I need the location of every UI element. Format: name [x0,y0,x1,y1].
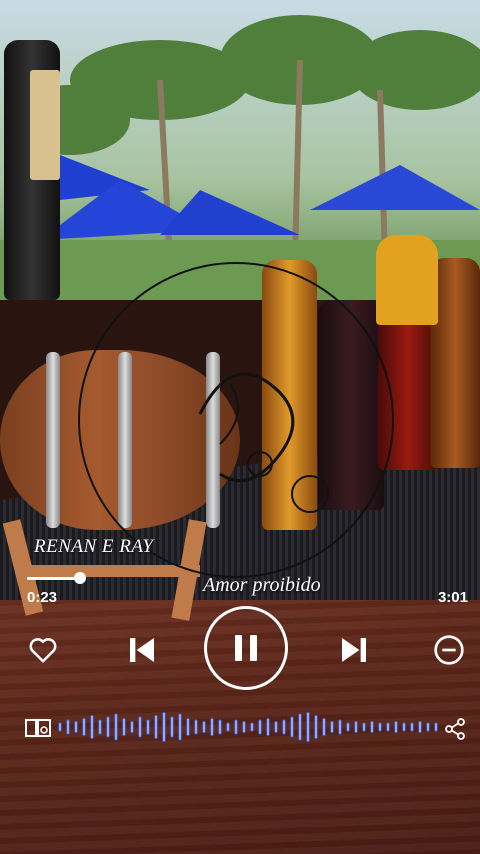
equalizer-bar-highlight [323,719,325,735]
song-title: Amor proibido [203,574,321,596]
equalizer-bar-highlight [195,720,197,734]
equalizer-bar-highlight [355,722,357,732]
equalizer-bar-highlight [243,722,245,732]
equalizer-bar-highlight [395,722,397,732]
music-player-overlay: RENAN E RAY Amor proibido 0:23 3:01 [0,0,480,854]
equalizer-bar-highlight [379,723,381,731]
equalizer-bar-highlight [179,714,181,740]
equalizer-bar-highlight [67,720,69,734]
equalizer-bar-highlight [211,719,213,735]
equalizer-bar-highlight [171,717,173,737]
equalizer-bar-highlight [203,722,205,732]
equalizer-bar-highlight [339,720,341,734]
equalizer-bar-highlight [91,716,93,738]
progress-knob[interactable] [74,572,86,584]
watermark-artwork [198,372,329,513]
skip-next-icon [342,638,366,662]
equalizer-bar-highlight [315,716,317,738]
equalizer-bar-highlight [283,720,285,734]
equalizer-bar-highlight [147,720,149,734]
equalizer-bar-highlight [251,723,253,731]
equalizer-bar-highlight [131,722,133,732]
speaker-device-icon [25,719,51,737]
equalizer-bar-highlight [371,722,373,732]
equalizer-visualizer [58,712,438,742]
watermark-logo [78,262,394,578]
equalizer-bar-highlight [139,717,141,737]
like-button[interactable] [26,634,60,666]
equalizer-bar-highlight [83,719,85,735]
equalizer-bar-highlight [291,717,293,737]
equalizer-bar-highlight [99,720,101,734]
equalizer-bar-highlight [163,713,165,741]
equalizer-bar-highlight [235,720,237,734]
equalizer-bar-highlight [123,719,125,735]
equalizer-bar-highlight [411,723,413,731]
remove-button[interactable] [432,633,466,667]
equalizer-bar-highlight [307,713,309,741]
equalizer-bar-highlight [435,723,437,731]
equalizer-bar-highlight [259,720,261,734]
device-button[interactable] [24,716,52,740]
equalizer-bar-highlight [115,714,117,740]
equalizer-bar-highlight [227,723,229,731]
skip-previous-icon [130,638,154,662]
total-duration: 3:01 [437,589,468,606]
equalizer-bar-highlight [419,722,421,732]
equalizer-bar-highlight [403,723,405,731]
elapsed-time: 0:23 [27,589,58,606]
equalizer-bar-highlight [347,723,349,731]
equalizer-bar-highlight [267,719,269,735]
equalizer-bar-highlight [187,719,189,735]
pause-icon [235,635,257,661]
progress-bar[interactable] [27,577,80,580]
equalizer-bar-highlight [387,723,389,731]
equalizer-bar-highlight [107,717,109,737]
equalizer-bar-highlight [155,716,157,738]
heart-outline-icon [29,638,57,663]
equalizer-bar-highlight [363,723,365,731]
equalizer-bar-highlight [219,720,221,734]
share-button[interactable] [442,716,468,742]
next-button[interactable] [336,632,372,668]
equalizer-bar-highlight [59,723,61,731]
equalizer-bar-highlight [75,722,77,732]
share-icon [445,718,465,740]
equalizer-bar-highlight [275,722,277,732]
minus-circle-icon [434,635,464,665]
equalizer-bar-highlight [331,722,333,732]
equalizer-bar-highlight [427,723,429,731]
equalizer-bar-highlight [299,714,301,740]
previous-button[interactable] [124,632,160,668]
artist-name: RENAN E RAY [34,536,154,557]
play-pause-button[interactable] [204,606,288,690]
